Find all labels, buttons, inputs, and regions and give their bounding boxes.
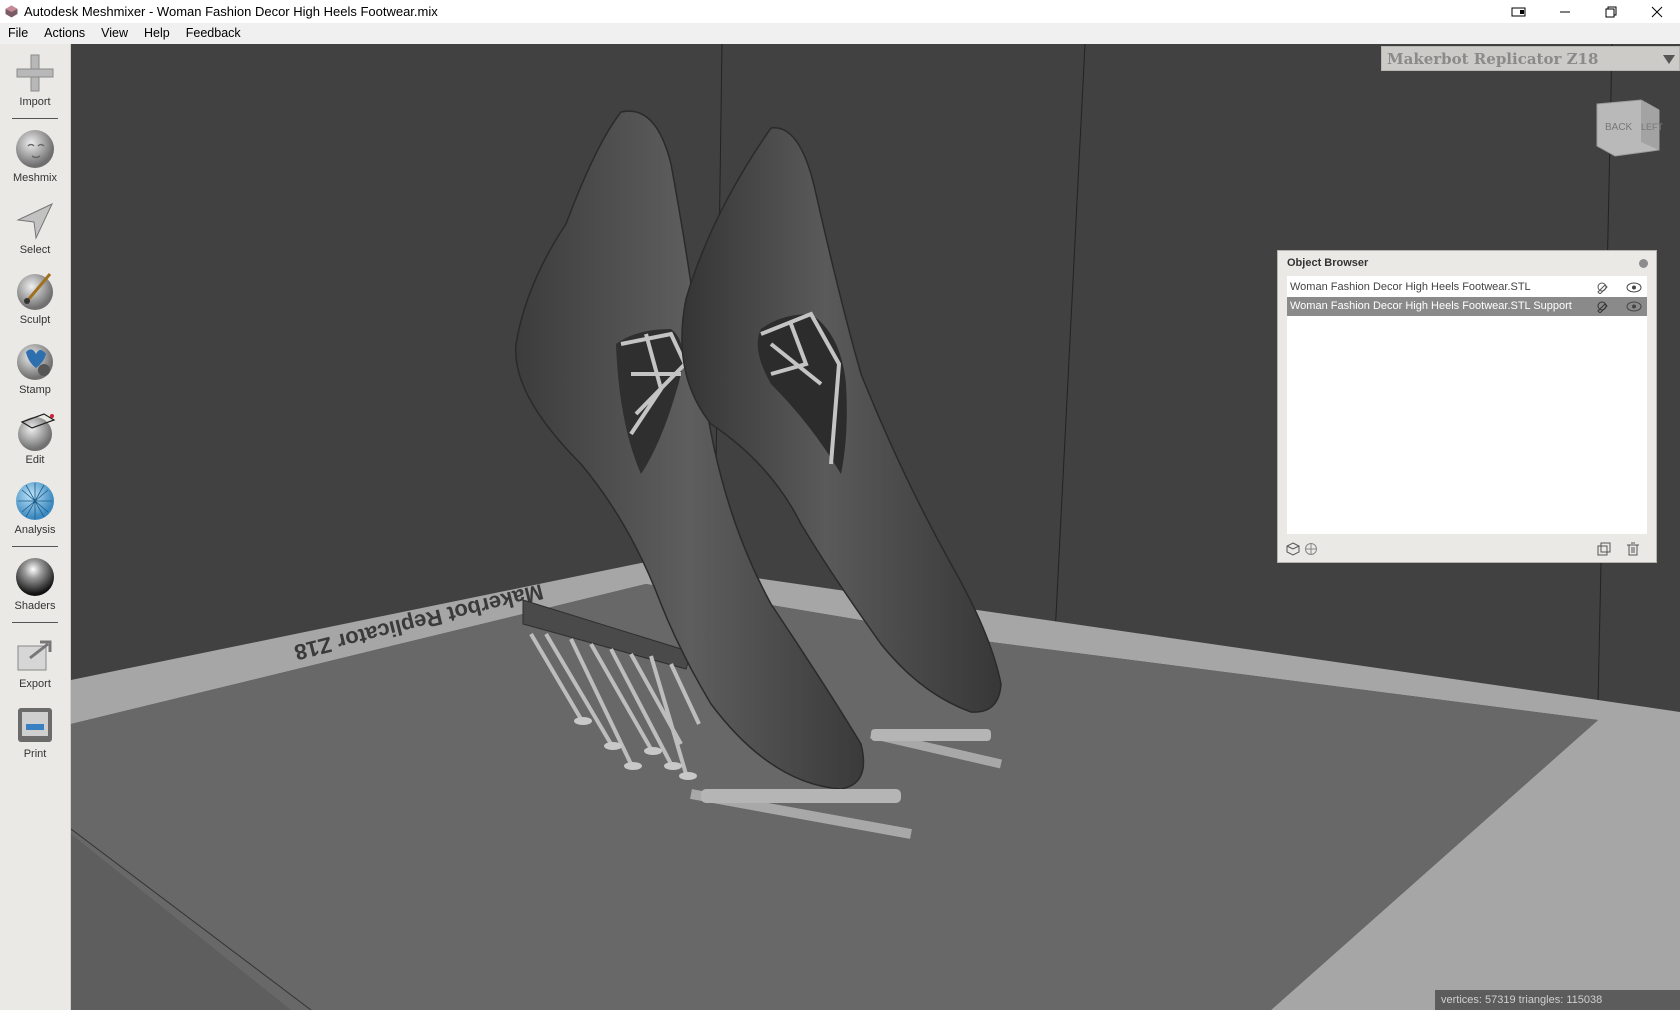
restore-button[interactable] <box>1588 0 1634 23</box>
object-list: Woman Fashion Decor High Heels Footwear.… <box>1287 276 1647 534</box>
export-icon <box>17 640 52 671</box>
meshmix-icon <box>16 130 54 168</box>
close-icon <box>1651 6 1663 17</box>
edit-sphere-icon <box>18 413 56 451</box>
eye-icon[interactable] <box>1626 301 1642 312</box>
stamp-label: Stamp <box>19 384 51 396</box>
menu-view[interactable]: View <box>93 23 136 44</box>
edit-tool[interactable]: Edit <box>0 410 70 466</box>
object-name: Woman Fashion Decor High Heels Footwear.… <box>1290 300 1572 312</box>
minimize-button[interactable] <box>1542 0 1588 23</box>
tablet-mode-button[interactable] <box>1496 0 1542 23</box>
toolbar-divider <box>12 118 58 119</box>
brush-sphere-icon <box>17 273 53 310</box>
minimize-icon <box>1560 11 1570 12</box>
toolbar-divider <box>12 546 58 547</box>
stamp-tool[interactable]: Stamp <box>0 340 70 396</box>
pivot-icon[interactable] <box>1304 542 1318 556</box>
select-tool[interactable]: Select <box>0 200 70 256</box>
duplicate-icon[interactable] <box>1597 542 1611 556</box>
shaders-tool[interactable]: Shaders <box>0 556 70 612</box>
printer-name: Makerbot Replicator Z18 <box>1387 49 1599 68</box>
viewcube-left-face[interactable]: LEFT <box>1641 122 1663 132</box>
view-cube[interactable]: BACK LEFT <box>1593 96 1663 162</box>
edit-label: Edit <box>25 454 45 466</box>
object-browser-title: Object Browser <box>1287 257 1369 269</box>
stamp-sphere-icon <box>17 344 53 380</box>
select-label: Select <box>19 244 51 256</box>
object-name: Woman Fashion Decor High Heels Footwear.… <box>1290 281 1531 293</box>
analysis-sphere-icon <box>16 482 54 520</box>
eye-icon[interactable] <box>1626 282 1642 293</box>
menu-feedback[interactable]: Feedback <box>178 23 249 44</box>
printer-icon <box>18 708 52 742</box>
cube-icon[interactable] <box>1286 542 1300 556</box>
left-toolbar: Import Meshmix Select Sculpt Stamp Edit … <box>0 44 71 1010</box>
shader-sphere-icon <box>16 558 54 596</box>
edit-object-icon[interactable] <box>1596 300 1609 313</box>
meshmix-tool[interactable]: Meshmix <box>0 128 70 184</box>
menu-actions[interactable]: Actions <box>36 23 93 44</box>
import-label: Import <box>19 96 51 108</box>
object-browser-footer <box>1278 536 1656 562</box>
export-tool[interactable]: Export <box>0 634 70 690</box>
object-browser-panel: Object Browser Woman Fashion Decor High … <box>1277 250 1657 563</box>
dropdown-arrow-icon <box>1663 54 1675 64</box>
mesh-stats-status: vertices: 57319 triangles: 115038 <box>1435 990 1680 1010</box>
export-label: Export <box>19 678 51 690</box>
sculpt-tool[interactable]: Sculpt <box>0 270 70 326</box>
menu-help[interactable]: Help <box>136 23 178 44</box>
window-title: Autodesk Meshmixer - Woman Fashion Decor… <box>24 4 438 19</box>
edit-object-icon[interactable] <box>1596 281 1609 294</box>
panel-close-icon[interactable] <box>1639 259 1648 268</box>
toolbar-divider <box>12 622 58 623</box>
sculpt-label: Sculpt <box>19 314 51 326</box>
analysis-tool[interactable]: Analysis <box>0 480 70 536</box>
object-list-item[interactable]: Woman Fashion Decor High Heels Footwear.… <box>1287 297 1647 316</box>
trash-icon[interactable] <box>1626 542 1640 556</box>
restore-icon <box>1605 6 1617 17</box>
menu-file[interactable]: File <box>0 23 36 44</box>
close-button[interactable] <box>1634 0 1680 23</box>
printer-dropdown[interactable]: Makerbot Replicator Z18 <box>1381 46 1680 71</box>
object-list-item[interactable]: Woman Fashion Decor High Heels Footwear.… <box>1287 278 1647 297</box>
menu-bar: File Actions View Help Feedback <box>0 23 1680 44</box>
arrow-cursor-icon <box>16 202 54 240</box>
meshmixer-app-icon <box>5 5 18 18</box>
tablet-icon <box>1511 7 1526 16</box>
print-tool[interactable]: Print <box>0 704 70 760</box>
shaders-label: Shaders <box>14 600 56 612</box>
meshmix-label: Meshmix <box>12 172 57 184</box>
print-label: Print <box>23 748 47 760</box>
title-bar: Autodesk Meshmixer - Woman Fashion Decor… <box>0 0 1680 23</box>
import-tool[interactable]: Import <box>0 52 70 108</box>
viewcube-back-face[interactable]: BACK <box>1605 122 1633 133</box>
plus-icon <box>16 54 54 92</box>
analysis-label: Analysis <box>14 524 56 536</box>
